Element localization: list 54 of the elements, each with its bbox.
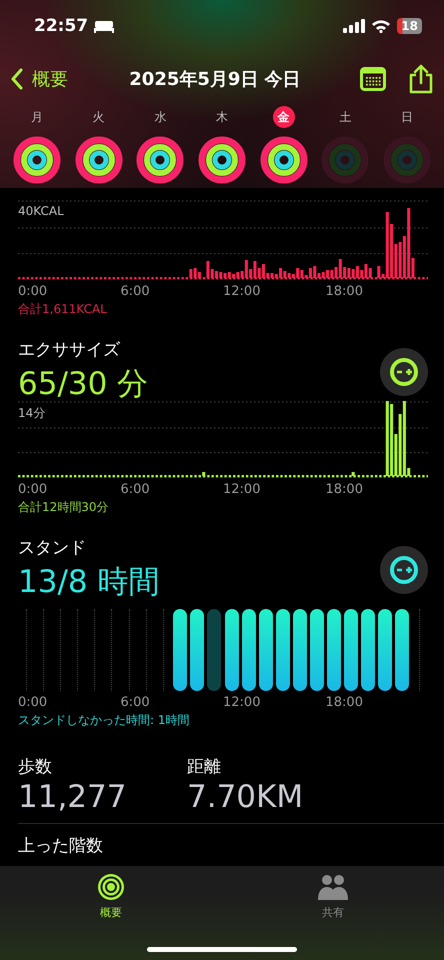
axis-label: 0:00 [18, 284, 48, 299]
axis-label: 18:00 [326, 284, 364, 299]
day-label: 水 [153, 109, 168, 126]
stat-label: 距離 [187, 756, 222, 778]
activity-rings-button[interactable] [74, 136, 123, 184]
stand-caption: スタンドしなかった時間: 1時間 [18, 712, 190, 729]
day-label: 日 [400, 109, 414, 126]
axis-label: 18:00 [326, 695, 364, 710]
axis-label: 12:00 [223, 695, 262, 710]
stat-value: 7.70KM [187, 779, 304, 815]
activity-rings-button[interactable] [198, 136, 246, 184]
summary-tab[interactable]: 概要 [96, 872, 126, 920]
status-time: 22:57 [34, 16, 88, 36]
axis-label: 6:00 [120, 482, 151, 497]
battery-indicator: 18 [397, 18, 422, 34]
day-label: 火 [92, 109, 106, 126]
axis-label: 0:00 [18, 482, 48, 497]
day-label: 月 [30, 109, 44, 126]
axis-label: 40KCAL [18, 204, 64, 218]
axis-label: 12:00 [223, 482, 262, 497]
share-button[interactable] [408, 64, 434, 94]
bed-icon [94, 20, 114, 32]
wifi-icon [371, 19, 392, 33]
section-value: 13/8 時間 [18, 563, 160, 602]
back-button[interactable]: 概要 [10, 67, 68, 91]
ring-minus-plus-icon [389, 554, 419, 584]
activity-rings-button[interactable] [136, 136, 184, 184]
day-label: 金 [272, 106, 295, 128]
stat-value: 11,277 [18, 779, 128, 815]
total-label: 合計12時間30分 [18, 499, 110, 516]
axis-label: 14分 [18, 405, 46, 422]
signal-icon [343, 19, 366, 33]
date-title: 2025年5月9日 今日 [128, 68, 302, 91]
axis-label: 6:00 [120, 695, 151, 710]
section-title: スタンド [18, 537, 87, 559]
axis-label: 6:00 [120, 284, 151, 299]
section-value: 65/30 分 [18, 365, 148, 404]
section-title: エクササイズ [18, 339, 121, 361]
activity-rings-button[interactable] [12, 136, 61, 184]
axis-label: 18:00 [326, 482, 364, 497]
chevron-left-icon [10, 68, 24, 90]
adjust-goal-button[interactable] [380, 348, 428, 396]
axis-label: 12:00 [223, 284, 262, 299]
day-label: 木 [214, 109, 229, 126]
total-label: 合計1,611KCAL [18, 301, 108, 318]
calendar-button[interactable] [360, 67, 386, 91]
adjust-goal-button[interactable] [380, 546, 428, 594]
section-title: 上った階数 [18, 835, 104, 857]
day-label: 土 [338, 109, 352, 126]
ring-minus-plus-icon [389, 356, 419, 386]
stat-label: 歩数 [18, 756, 53, 778]
activity-rings-button[interactable] [260, 136, 308, 184]
axis-label: 0:00 [18, 695, 48, 710]
sharing-tab[interactable]: 共有 [316, 872, 350, 920]
